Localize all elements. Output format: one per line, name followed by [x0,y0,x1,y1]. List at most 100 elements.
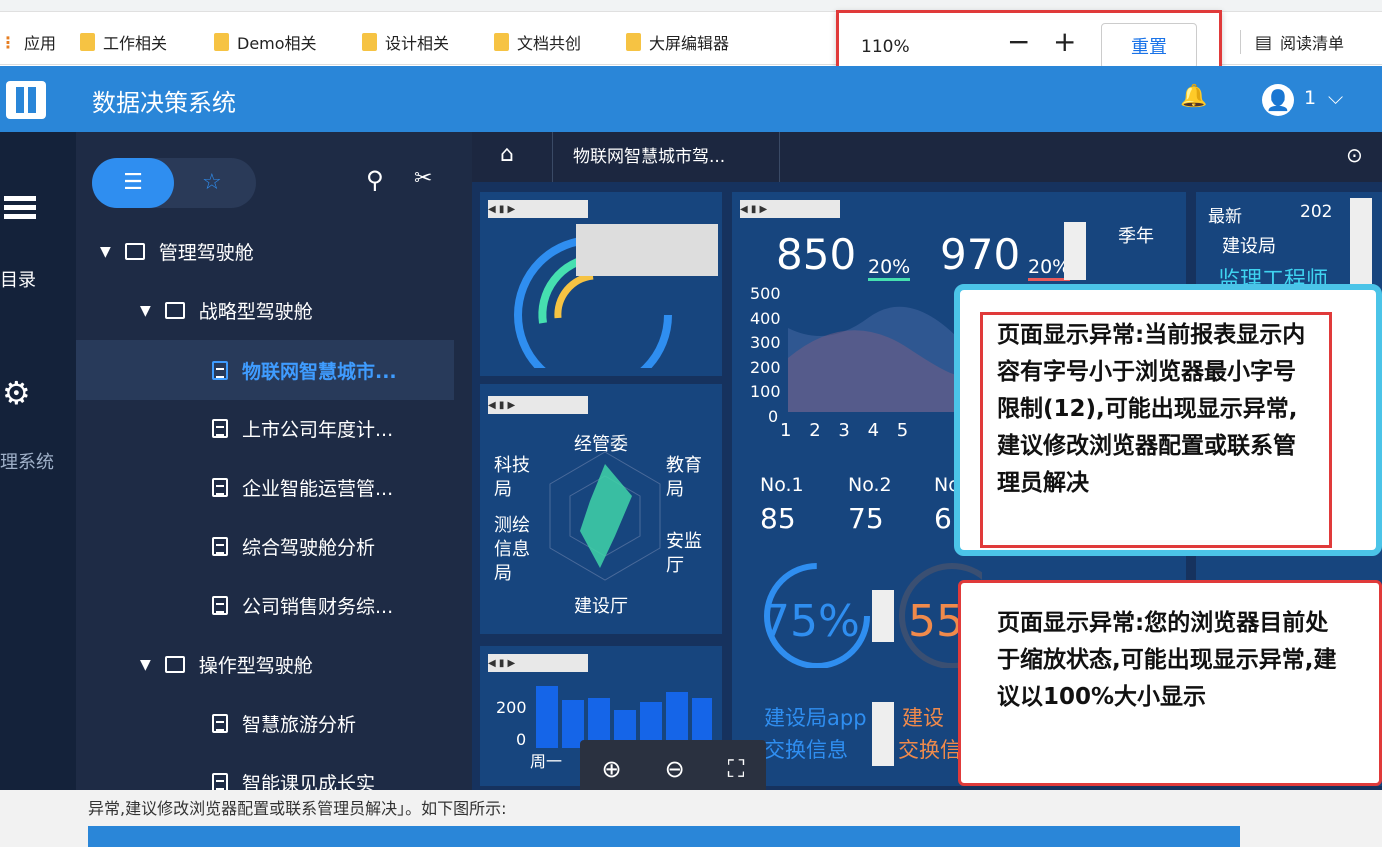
season-toggle[interactable]: 季年 [1118,222,1154,248]
bar-x-tick: 周一 [530,752,563,771]
nested-scrollbars[interactable] [576,224,718,276]
document-icon [212,537,228,556]
bar-y-tick: 0 [516,730,527,749]
bottom-label: 交换信息 [764,738,848,762]
folder-icon [80,33,95,51]
nav-item[interactable]: ▼ 管理驾驶舱 [100,238,254,265]
bookmark-design[interactable]: 设计相关 [362,30,449,54]
search-icon[interactable]: ⚲ [366,166,384,194]
bookmark-work[interactable]: 工作相关 [80,30,167,54]
zoom-reset-button[interactable]: 重置 [1101,23,1197,69]
right-scrollbar[interactable] [1350,198,1372,288]
caret-down-icon[interactable]: ▼ [100,244,111,260]
panel-scrollbar[interactable]: ◀ ▮ ▶ [488,200,588,218]
folder-icon [626,33,641,51]
folder-icon [164,302,185,319]
radar-label: 教育局 [666,455,702,500]
bar-chart [536,686,712,748]
nav-item[interactable]: 智慧旅游分析 [212,710,356,737]
rail-catalog-label[interactable]: 目录 [0,266,36,292]
nav-item[interactable]: 上市公司年度计... [212,415,393,442]
unpin-icon[interactable]: ✂ [414,166,432,191]
panel-scrollbar[interactable]: ◀ ▮ ▶ [488,654,588,672]
radar-label: 建设厅 [574,596,628,617]
folder-icon [124,243,145,260]
nav-item[interactable]: 公司销售财务综... [212,592,393,619]
user-name[interactable]: 1 [1304,87,1316,109]
rank-label: No.1 [760,474,804,496]
bell-icon[interactable]: 🔔 [1180,84,1207,109]
right-sub: 建设局 [1222,236,1276,257]
document-icon [212,714,228,733]
bookmark-screen-editor[interactable]: 大屏编辑器 [626,30,729,54]
tab-iot-city[interactable]: 物联网智慧城市驾... [552,132,780,182]
zoom-in-button[interactable]: + [1053,25,1076,58]
bottom-label: 交换信 [898,738,961,762]
caret-down-icon[interactable]: ▼ [140,657,151,673]
area-x-ticks: 1 2 3 4 5 [780,420,909,441]
rank-value: 75 [848,502,884,535]
zoom-level: 110% [861,37,910,57]
nav-item-label: 操作型驾驶舱 [198,655,313,677]
rank-value: 6 [934,502,952,535]
home-icon[interactable]: ⌂ [500,142,514,167]
apps-icon: ⋮ [0,32,16,52]
folder-icon [494,33,509,51]
panel-scrollbar[interactable]: ◀ ▮ ▶ [488,396,588,414]
kpi-scrollbar[interactable] [1064,222,1086,280]
document-icon [212,596,228,615]
bookmark-docs[interactable]: 文档共创 [494,30,581,54]
bookmark-apps[interactable]: ⋮ 应用 [0,30,56,54]
bookmark-demo[interactable]: Demo相关 [214,30,317,54]
font-warning-dialog: 页面显示异常:当前报表显示内容有字号小于浏览器最小字号限制(12),可能出现显示… [954,284,1382,556]
catalog-icon[interactable] [4,196,36,222]
bottom-label: 建设 [902,706,944,730]
reading-list-button[interactable]: ▤ 阅读清单 [1240,30,1344,54]
list-icon[interactable]: ☰ [92,158,174,208]
zoom-warning-message: 页面显示异常:您的浏览器目前处于缩放状态,可能出现显示异常,建议以100%大小显… [958,580,1382,786]
gauge-scrollbar[interactable] [872,590,894,642]
document-icon [212,478,228,497]
nav-item-label: 管理驾驶舱 [158,242,254,264]
nav-item[interactable]: 综合驾驶舱分析 [212,533,375,560]
article-image-preview [88,826,1240,847]
fit-screen-icon[interactable]: ⛶ [728,755,745,783]
nav-item[interactable]: ▼ 操作型驾驶舱 [140,651,313,678]
tab-bar: ⌂ 物联网智慧城市驾... ⊙ [472,132,1382,182]
article-text: 异常,建议修改浏览器配置或联系管理员解决」。如下图所示: [88,799,507,818]
caret-down-icon[interactable]: ▼ [140,303,151,319]
more-icon[interactable]: ⊙ [1346,143,1363,167]
nav-item[interactable]: ▼ 战略型驾驶舱 [140,297,313,324]
font-warning-message: 页面显示异常:当前报表显示内容有字号小于浏览器最小字号限制(12),可能出现显示… [980,312,1332,548]
chevron-down-icon[interactable]: ⌵ [1328,85,1343,109]
gear-icon[interactable]: ⚙ [2,374,31,412]
bottom-label: 建设局app [764,706,867,730]
radar-chart [549,451,661,581]
folder-icon [362,33,377,51]
rank-label: No.2 [848,474,892,496]
avatar[interactable]: 👤 [1262,84,1294,116]
nav-mode-toggle: ☰ ☆ [92,158,256,208]
nav-item-label: 智慧旅游分析 [242,714,357,736]
nav-item[interactable]: 物联网智慧城市... [76,340,454,400]
zoom-in-icon[interactable]: ⊕ [601,755,621,783]
nav-item-label: 上市公司年度计... [242,419,394,441]
reading-list-icon: ▤ [1255,31,1273,53]
area-chart [788,306,960,412]
rail-manage-label[interactable]: 理系统 [0,448,54,474]
nav-item[interactable]: 企业智能运营管... [212,474,393,501]
nav-item-label: 物联网智慧城市... [242,360,397,383]
radar-label: 测绘信息局 [494,515,530,584]
nav-panel: ☰ ☆ ⚲ ✂ ▼ 管理驾驶舱 ▼ 战略型驾驶舱物联网智慧城市... 上市公司年度计..… [76,132,472,802]
rank-value: 85 [760,502,796,535]
radar-label: 安监厅 [666,531,702,576]
gauge-value: 55 [908,596,964,647]
zoom-out-icon[interactable]: ⊖ [665,755,685,783]
star-icon[interactable]: ☆ [202,158,222,208]
bottom-scrollbar[interactable] [872,702,894,766]
zoom-out-button[interactable]: − [1007,25,1030,58]
radar-label: 经管委 [574,434,628,455]
panel-scrollbar[interactable]: ◀ ▮ ▶ [740,200,840,218]
app-header: 数据决策系统 🔔 👤 1 ⌵ [0,66,1382,132]
folder-icon [214,33,229,51]
